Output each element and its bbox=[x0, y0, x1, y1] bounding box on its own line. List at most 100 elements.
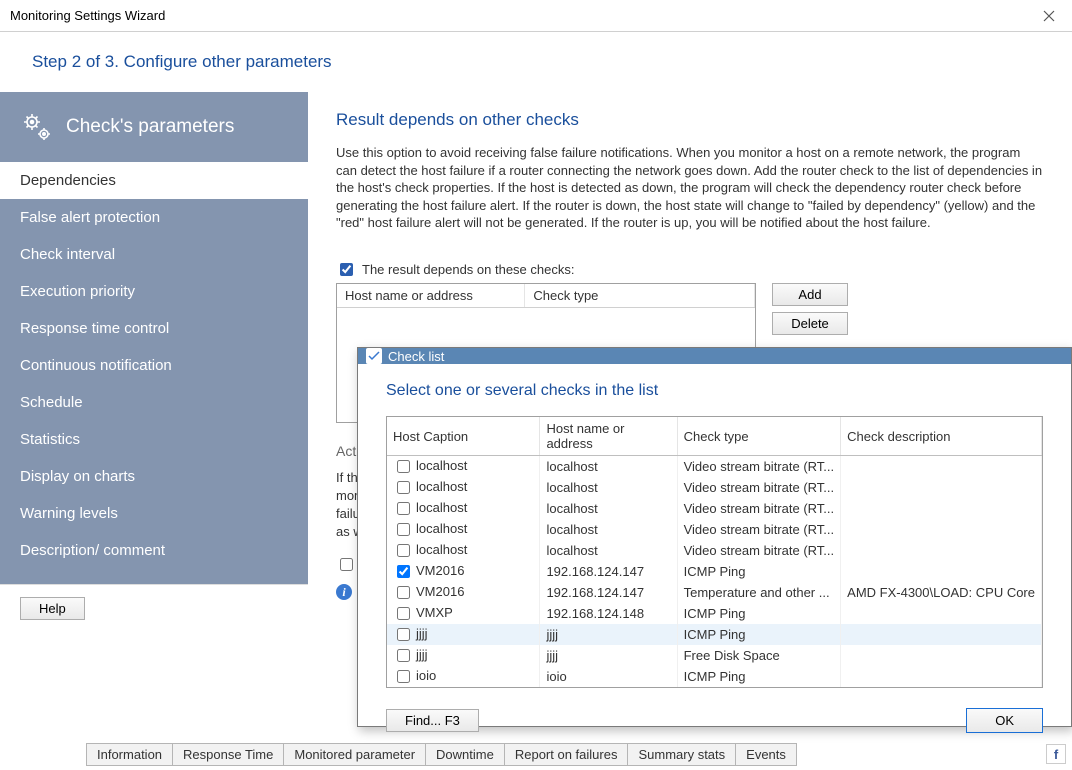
tab-information[interactable]: Information bbox=[86, 743, 173, 766]
grid-row-checkbox[interactable] bbox=[397, 460, 410, 473]
grid-cell-caption: jjjj bbox=[416, 626, 428, 641]
grid-row[interactable]: jjjjjjjjFree Disk Space bbox=[387, 645, 1042, 666]
depends-on-checkbox[interactable] bbox=[340, 263, 353, 276]
gears-icon bbox=[20, 110, 54, 144]
grid-col-host[interactable]: Host name or address bbox=[540, 417, 677, 456]
grid-cell-type: Video stream bitrate (RT... bbox=[677, 456, 841, 478]
sidebar-item-continuous-notification[interactable]: Continuous notification bbox=[0, 347, 308, 384]
dependency-buttons: Add Delete bbox=[772, 283, 848, 335]
add-button[interactable]: Add bbox=[772, 283, 848, 306]
grid-cell-desc bbox=[841, 456, 1042, 478]
wizard-window: Monitoring Settings Wizard Step 2 of 3. … bbox=[0, 0, 1072, 770]
sidebar-item-dependencies[interactable]: Dependencies bbox=[0, 162, 308, 199]
delete-button[interactable]: Delete bbox=[772, 312, 848, 335]
grid-row-checkbox[interactable] bbox=[397, 607, 410, 620]
window-title: Monitoring Settings Wizard bbox=[10, 8, 165, 23]
sidebar-item-statistics[interactable]: Statistics bbox=[0, 421, 308, 458]
grid-cell-host: localhost bbox=[540, 498, 677, 519]
grid-cell-caption: VM2016 bbox=[416, 563, 464, 578]
grid-row[interactable]: VMXP 192.168.124.148ICMP Ping bbox=[387, 603, 1042, 624]
dialog-titlebar: Check list bbox=[358, 348, 1071, 364]
grid-cell-type: ICMP Ping bbox=[677, 666, 841, 687]
grid-row-checkbox[interactable] bbox=[397, 649, 410, 662]
sidebar-item-display-on-charts[interactable]: Display on charts bbox=[0, 458, 308, 495]
dep-col-host[interactable]: Host name or address bbox=[337, 284, 525, 308]
grid-cell-host: jjjj bbox=[540, 624, 677, 645]
grid-row-checkbox[interactable] bbox=[397, 502, 410, 515]
sidebar-title: Check's parameters bbox=[66, 116, 234, 138]
grid-cell-caption: VM2016 bbox=[416, 584, 464, 599]
grid-cell-desc bbox=[841, 645, 1042, 666]
sidebar-item-false-alert-protection[interactable]: False alert protection bbox=[0, 199, 308, 236]
sidebar-item-response-time-control[interactable]: Response time control bbox=[0, 310, 308, 347]
grid-cell-host: localhost bbox=[540, 477, 677, 498]
sidebar-item-schedule[interactable]: Schedule bbox=[0, 384, 308, 421]
grid-row[interactable]: localhostlocalhostVideo stream bitrate (… bbox=[387, 519, 1042, 540]
grid-cell-caption: localhost bbox=[416, 479, 467, 494]
grid-row[interactable]: localhostlocalhostVideo stream bitrate (… bbox=[387, 540, 1042, 561]
use-checkbox[interactable] bbox=[340, 558, 353, 571]
grid-row[interactable]: localhostlocalhostVideo stream bitrate (… bbox=[387, 456, 1042, 478]
grid-row[interactable]: VM2016192.168.124.147Temperature and oth… bbox=[387, 582, 1042, 603]
grid-cell-host: 192.168.124.147 bbox=[540, 561, 677, 582]
sidebar-item-warning-levels[interactable]: Warning levels bbox=[0, 495, 308, 532]
sidebar-item-execution-priority[interactable]: Execution priority bbox=[0, 273, 308, 310]
grid-row-checkbox[interactable] bbox=[397, 586, 410, 599]
grid-cell-type: ICMP Ping bbox=[677, 603, 841, 624]
grid-cell-caption: localhost bbox=[416, 458, 467, 473]
tab-response-time[interactable]: Response Time bbox=[172, 743, 284, 766]
grid-row-checkbox[interactable] bbox=[397, 544, 410, 557]
section-description: Use this option to avoid receiving false… bbox=[336, 144, 1044, 232]
grid-cell-type: ICMP Ping bbox=[677, 624, 841, 645]
grid-cell-host: 192.168.124.148 bbox=[540, 603, 677, 624]
grid-row[interactable]: localhostlocalhostVideo stream bitrate (… bbox=[387, 498, 1042, 519]
grid-cell-host: 192.168.124.147 bbox=[540, 582, 677, 603]
find-button[interactable]: Find... F3 bbox=[386, 709, 479, 732]
step-heading: Step 2 of 3. Configure other parameters bbox=[0, 32, 1072, 92]
grid-row[interactable]: VM2016192.168.124.147ICMP Ping bbox=[387, 561, 1042, 582]
grid-row-checkbox[interactable] bbox=[397, 523, 410, 536]
grid-cell-host: localhost bbox=[540, 456, 677, 478]
grid-row[interactable]: localhostlocalhostVideo stream bitrate (… bbox=[387, 477, 1042, 498]
grid-cell-desc bbox=[841, 561, 1042, 582]
close-icon bbox=[1043, 10, 1055, 22]
grid-cell-desc: AMD FX-4300\LOAD: CPU Core bbox=[841, 582, 1042, 603]
grid-cell-host: localhost bbox=[540, 519, 677, 540]
grid-row-checkbox[interactable] bbox=[397, 670, 410, 683]
grid-cell-caption: VMXP bbox=[416, 605, 453, 620]
close-button[interactable] bbox=[1026, 0, 1072, 32]
depends-on-label: The result depends on these checks: bbox=[362, 262, 574, 277]
ok-button[interactable]: OK bbox=[966, 708, 1043, 733]
facebook-icon[interactable]: f bbox=[1046, 744, 1066, 764]
grid-cell-type: Video stream bitrate (RT... bbox=[677, 477, 841, 498]
check-list-dialog: Check list Select one or several checks … bbox=[357, 347, 1072, 727]
grid-cell-caption: ioio bbox=[416, 668, 436, 683]
grid-col-type[interactable]: Check type bbox=[677, 417, 841, 456]
grid-cell-host: ioio bbox=[540, 666, 677, 687]
grid-col-caption[interactable]: Host Caption bbox=[387, 417, 540, 456]
grid-col-desc[interactable]: Check description bbox=[841, 417, 1042, 456]
dep-col-type[interactable]: Check type bbox=[525, 284, 755, 308]
grid-row-checkbox[interactable] bbox=[397, 481, 410, 494]
grid-cell-type: Video stream bitrate (RT... bbox=[677, 498, 841, 519]
help-button[interactable]: Help bbox=[20, 597, 85, 620]
sidebar-item-description-comment[interactable]: Description/ comment bbox=[0, 532, 308, 569]
grid-row-checkbox[interactable] bbox=[397, 628, 410, 641]
grid-row[interactable]: ioioioioICMP Ping bbox=[387, 666, 1042, 687]
grid-cell-desc bbox=[841, 477, 1042, 498]
dialog-body: Select one or several checks in the list… bbox=[358, 364, 1071, 698]
grid-cell-desc bbox=[841, 603, 1042, 624]
grid-cell-type: Video stream bitrate (RT... bbox=[677, 519, 841, 540]
grid-cell-type: Free Disk Space bbox=[677, 645, 841, 666]
grid-cell-desc bbox=[841, 519, 1042, 540]
depends-on-checkbox-row[interactable]: The result depends on these checks: bbox=[336, 260, 1044, 279]
sidebar-item-check-interval[interactable]: Check interval bbox=[0, 236, 308, 273]
grid-row-checkbox[interactable] bbox=[397, 565, 410, 578]
dialog-footer: Find... F3 OK bbox=[358, 698, 1071, 747]
grid-row[interactable]: jjjjjjjjICMP Ping bbox=[387, 624, 1042, 645]
grid-cell-caption: jjjj bbox=[416, 647, 428, 662]
check-list-grid[interactable]: Host Caption Host name or address Check … bbox=[386, 416, 1043, 688]
grid-cell-desc bbox=[841, 666, 1042, 687]
grid-cell-caption: localhost bbox=[416, 500, 467, 515]
sidebar-header: Check's parameters bbox=[0, 92, 308, 162]
